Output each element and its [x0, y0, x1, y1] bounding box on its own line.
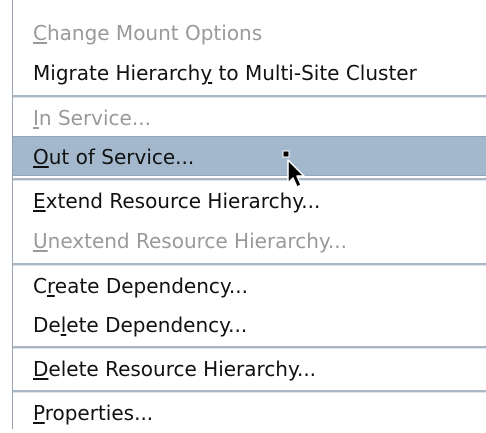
- menu-item-out-of-service[interactable]: Out of Service...: [13, 136, 486, 176]
- mouse-pointer-icon: [282, 150, 305, 188]
- menu-item-unextend-resource-hierarchy: Unextend Resource Hierarchy...: [33, 229, 347, 253]
- menu-item-in-service: In Service...: [33, 106, 151, 130]
- context-menu: Change Mount Options Migrate Hierarchy t…: [12, 0, 486, 429]
- menu-item-extend-resource-hierarchy[interactable]: Extend Resource Hierarchy...: [13, 181, 486, 221]
- menu-item-change-mount-options: Change Mount Options: [33, 21, 263, 45]
- menu-item-delete-dependency[interactable]: Delete Dependency...: [13, 305, 486, 345]
- menu-item-properties[interactable]: Properties...: [13, 393, 486, 433]
- menu-item-create-dependency[interactable]: Create Dependency...: [13, 266, 486, 306]
- menu-item-migrate-hierarchy[interactable]: Migrate Hierarchy to Multi-Site Cluster: [13, 53, 486, 93]
- menu-item-delete-resource-hierarchy[interactable]: Delete Resource Hierarchy...: [13, 349, 486, 389]
